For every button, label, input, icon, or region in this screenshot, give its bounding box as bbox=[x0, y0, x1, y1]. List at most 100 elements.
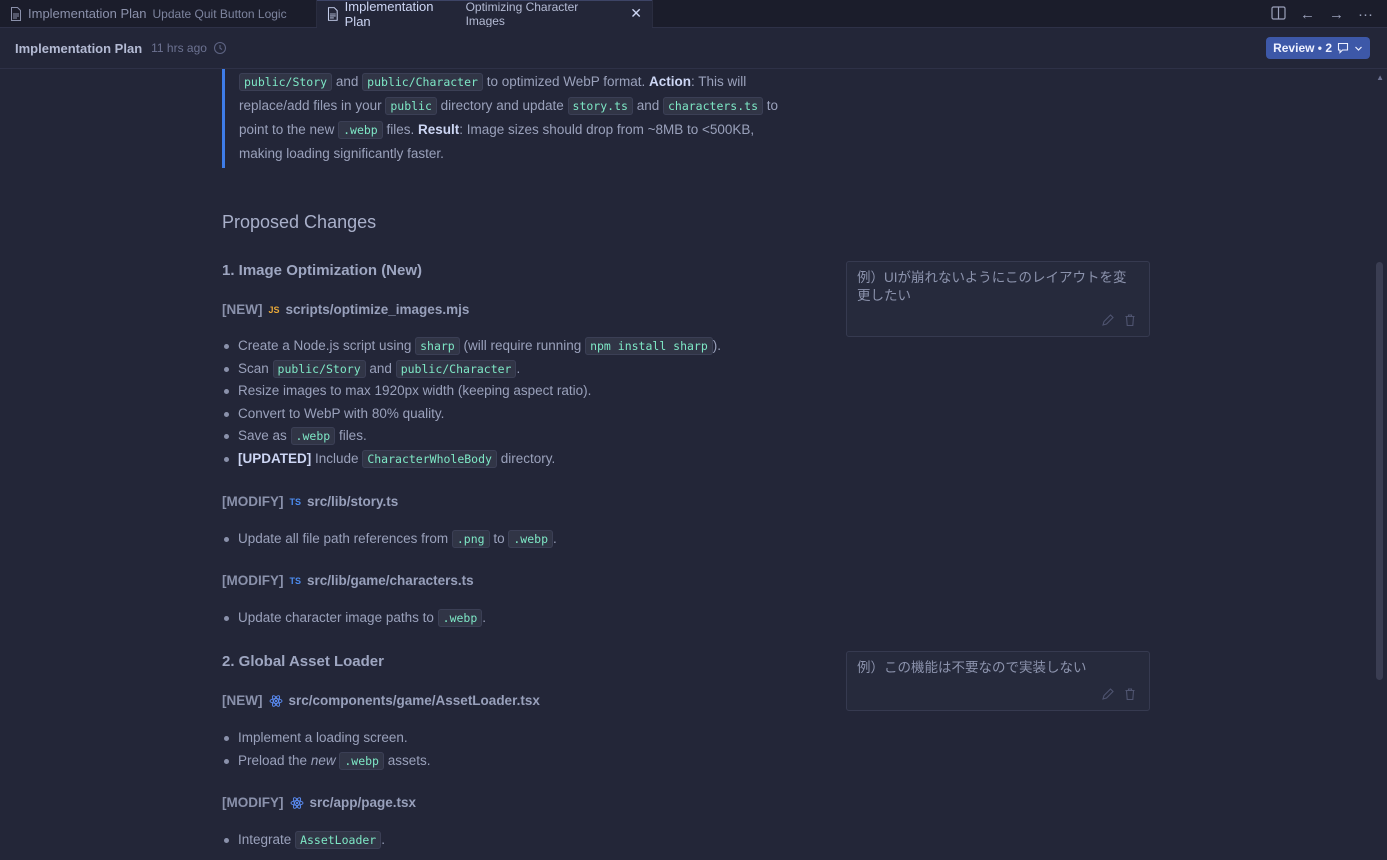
review-button[interactable]: Review • 2 bbox=[1266, 37, 1370, 59]
list-item: Update character image paths to .webp. bbox=[222, 607, 486, 630]
text: Save as bbox=[238, 428, 287, 444]
list-item: Create a Node.js script using sharp (wil… bbox=[222, 335, 721, 358]
document-body[interactable]: ▲ public/Story and public/Character to o… bbox=[0, 69, 1387, 860]
inline-code: .webp bbox=[290, 427, 336, 446]
text: . bbox=[516, 360, 521, 376]
inline-code: sharp bbox=[415, 337, 460, 355]
text: Scan bbox=[238, 360, 269, 376]
react-file-icon bbox=[290, 796, 303, 809]
list-item: Scan public/Story and public/Character. bbox=[222, 358, 721, 381]
text: files. bbox=[338, 428, 367, 444]
text: directory. bbox=[500, 450, 556, 466]
inline-code: public/Story bbox=[239, 73, 333, 91]
list-item: Convert to WebP with 80% quality. bbox=[222, 403, 721, 426]
change-tag: [NEW] bbox=[222, 693, 263, 708]
list-item: [UPDATED] Include CharacterWholeBody dir… bbox=[222, 448, 721, 471]
tab-update-quit-button[interactable]: Implementation Plan Update Quit Button L… bbox=[0, 0, 317, 27]
file-path: scripts/optimize_images.mjs bbox=[285, 302, 470, 317]
bold-label: Action bbox=[649, 74, 692, 89]
inline-code: CharacterWholeBody bbox=[362, 449, 497, 468]
comment-text: 例）UIが崩れないようにこのレイアウトを変更したい bbox=[857, 270, 1127, 303]
quote-line: point to the new .webp files. Result: Im… bbox=[239, 118, 792, 142]
tab-subtitle: Optimizing Character Images bbox=[465, 0, 579, 28]
change-tag: [NEW] bbox=[222, 302, 263, 317]
list-item: Resize images to max 1920px width (keepi… bbox=[222, 380, 721, 403]
bold-label: [UPDATED] bbox=[238, 450, 312, 466]
trash-icon[interactable] bbox=[1123, 687, 1137, 701]
change-tag: [MODIFY] bbox=[222, 573, 284, 588]
text: Preload the bbox=[238, 752, 308, 768]
inline-code: public bbox=[385, 97, 437, 115]
ts-file-icon: TS bbox=[289, 575, 302, 586]
scrollbar-thumb[interactable] bbox=[1376, 262, 1383, 680]
text: . bbox=[482, 610, 487, 625]
inline-code: .webp bbox=[339, 751, 384, 770]
tab-title: Implementation Plan bbox=[344, 0, 434, 29]
text: ). bbox=[712, 338, 722, 353]
emphasis: new bbox=[310, 752, 336, 768]
edit-icon[interactable] bbox=[1101, 687, 1115, 701]
more-actions-icon[interactable]: ··· bbox=[1358, 7, 1373, 22]
file-path: src/lib/game/characters.ts bbox=[307, 573, 474, 588]
inline-code: .webp bbox=[338, 121, 383, 139]
text: Update character image paths to bbox=[238, 610, 434, 625]
review-label: Review • 2 bbox=[1273, 41, 1332, 55]
proposed-changes-heading: Proposed Changes bbox=[222, 212, 377, 232]
edit-icon[interactable] bbox=[1101, 313, 1115, 327]
scroll-up-icon[interactable]: ▲ bbox=[1376, 73, 1384, 82]
timestamp: 11 hrs ago bbox=[151, 41, 207, 55]
list-item: Save as .webp files. bbox=[222, 425, 721, 448]
page-title: Implementation Plan bbox=[15, 40, 143, 56]
change-list: Create a Node.js script using sharp (wil… bbox=[222, 335, 721, 471]
file-entry[interactable]: [MODIFY] src/app/page.tsx bbox=[222, 795, 416, 810]
file-path: src/lib/story.ts bbox=[307, 494, 399, 509]
file-entry[interactable]: [MODIFY] TS src/lib/game/characters.ts bbox=[222, 573, 474, 588]
text: . bbox=[553, 531, 557, 546]
text: files. bbox=[386, 122, 415, 137]
file-path: src/components/game/AssetLoader.tsx bbox=[288, 693, 540, 708]
text: Integrate bbox=[238, 832, 292, 847]
text: Update all file path references from bbox=[238, 531, 449, 546]
inline-code: public/Character bbox=[362, 73, 483, 91]
change-tag: [MODIFY] bbox=[222, 494, 284, 509]
trash-icon[interactable] bbox=[1123, 313, 1137, 327]
forward-arrow-icon[interactable]: → bbox=[1329, 7, 1344, 22]
text: replace/add files in your bbox=[239, 98, 382, 113]
file-icon bbox=[11, 6, 21, 21]
change-list: Integrate AssetLoader. bbox=[222, 829, 385, 852]
split-editor-icon[interactable] bbox=[1271, 5, 1286, 23]
text: to bbox=[493, 531, 505, 546]
change-list: Update character image paths to .webp. bbox=[222, 607, 486, 630]
comment-input[interactable]: 例）UIが崩れないようにこのレイアウトを変更したい bbox=[846, 261, 1150, 337]
comment-input[interactable]: 例）この機能は不要なので実装しない bbox=[846, 651, 1150, 711]
file-path: src/app/page.tsx bbox=[309, 795, 417, 810]
text: point to the new bbox=[239, 122, 335, 137]
list-item: Implement a loading screen. bbox=[222, 727, 431, 750]
tab-optimizing-character-images[interactable]: Implementation Plan Optimizing Character… bbox=[317, 0, 653, 29]
close-icon[interactable]: ✕ bbox=[630, 5, 642, 22]
comment-icon bbox=[1337, 42, 1349, 54]
inline-code: npm install sharp bbox=[585, 337, 713, 355]
history-icon[interactable] bbox=[213, 41, 227, 55]
quote-line: replace/add files in your public directo… bbox=[239, 94, 792, 118]
react-file-icon bbox=[269, 694, 282, 707]
quote-line: making loading significantly faster. bbox=[239, 142, 792, 165]
tab-title: Implementation Plan bbox=[28, 6, 147, 21]
bold-label: Result bbox=[418, 122, 460, 137]
text: . bbox=[381, 832, 385, 847]
text: : Image sizes should drop from ~8MB to <… bbox=[459, 122, 755, 137]
file-entry[interactable]: [NEW] JS scripts/optimize_images.mjs bbox=[222, 302, 469, 317]
text: : This will bbox=[691, 74, 747, 89]
chevron-down-icon bbox=[1355, 46, 1362, 51]
section-heading: 2. Global Asset Loader bbox=[222, 653, 384, 670]
text: (will require running bbox=[463, 338, 582, 353]
text: assets. bbox=[387, 752, 431, 768]
section-heading: 1. Image Optimization (New) bbox=[222, 262, 423, 279]
tab-subtitle: Update Quit Button Logic bbox=[152, 6, 287, 21]
ts-file-icon: TS bbox=[289, 496, 302, 507]
file-entry[interactable]: [NEW] src/components/game/AssetLoader.ts… bbox=[222, 693, 540, 708]
inline-code: .webp bbox=[508, 530, 553, 548]
file-entry[interactable]: [MODIFY] TS src/lib/story.ts bbox=[222, 494, 398, 509]
back-arrow-icon[interactable]: ← bbox=[1300, 7, 1315, 22]
inline-code: characters.ts bbox=[662, 97, 763, 115]
